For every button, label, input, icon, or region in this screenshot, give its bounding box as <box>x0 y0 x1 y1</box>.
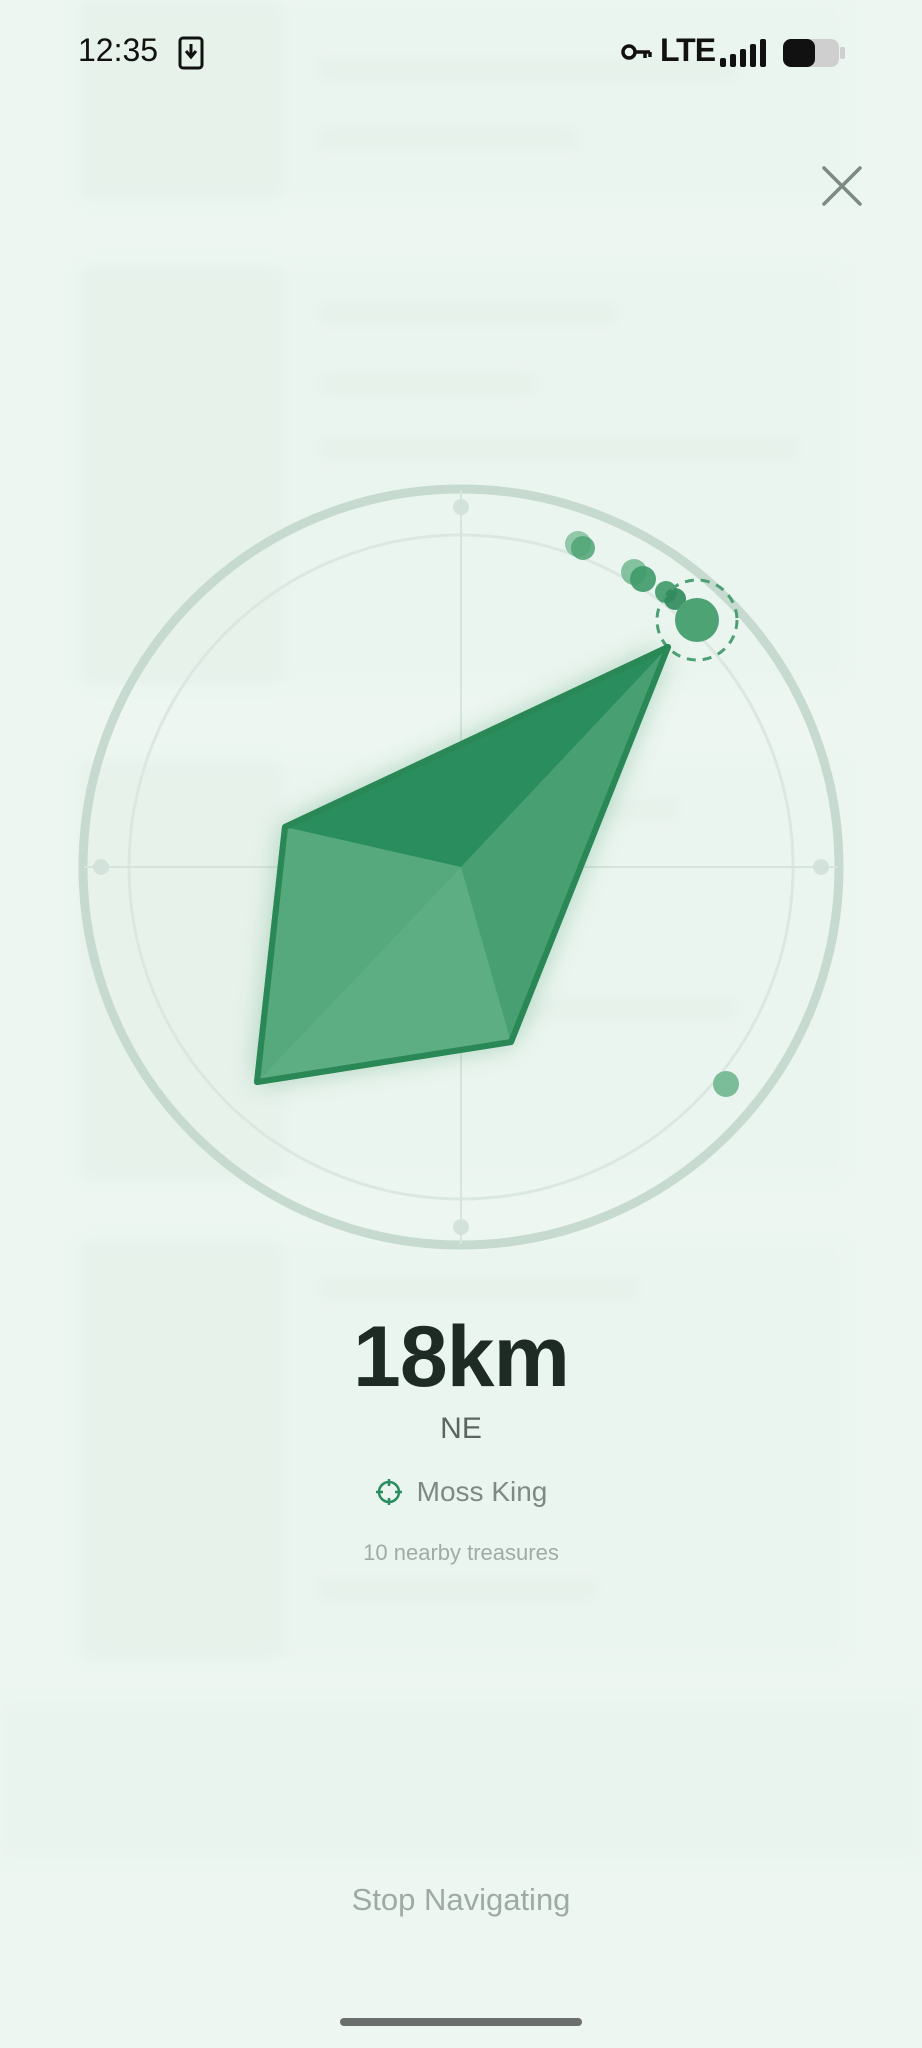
battery-icon <box>783 39 845 67</box>
network-type: LTE <box>660 32 716 68</box>
target-info: Moss King <box>0 1476 922 1508</box>
vpn-key-icon <box>621 44 652 60</box>
distance-value: 18km <box>353 1309 570 1405</box>
status-time: 12:35 <box>78 32 159 68</box>
treasure-dot <box>713 1071 739 1097</box>
treasure-dot <box>571 536 595 560</box>
crosshair-icon <box>375 1479 402 1505</box>
compass-dial <box>78 484 844 1250</box>
direction-arrow <box>254 644 671 1085</box>
signal-icon <box>720 39 766 67</box>
home-indicator[interactable] <box>340 2018 582 2026</box>
close-button[interactable] <box>816 160 868 212</box>
target-marker <box>675 598 719 642</box>
target-name: Moss King <box>416 1476 548 1507</box>
nearby-treasures-count: 10 nearby treasures <box>363 1540 559 1565</box>
stop-navigating-button[interactable]: Stop Navigating <box>311 1870 611 1930</box>
download-icon <box>178 36 204 70</box>
treasure-dot <box>630 566 656 592</box>
status-bar: 12:35 LTE <box>0 0 922 105</box>
direction-label: NE <box>440 1412 482 1445</box>
